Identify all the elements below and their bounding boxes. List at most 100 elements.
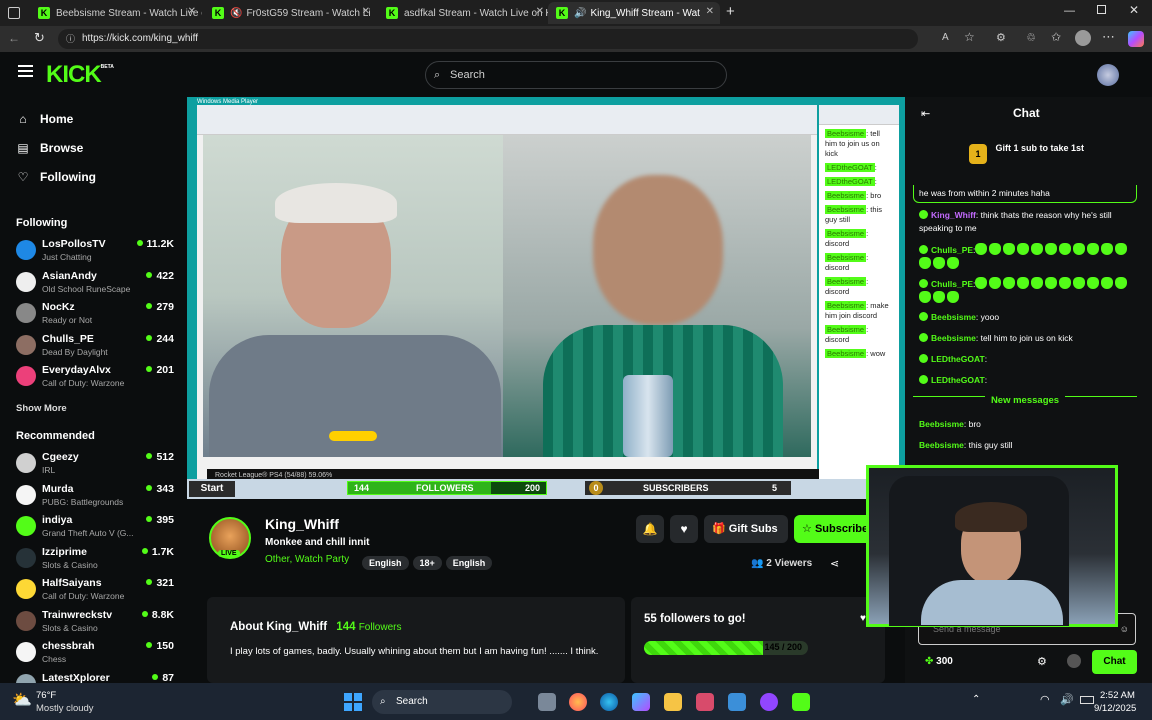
chat-message[interactable]: Beebsisme: tell him to join us on kick — [919, 332, 1141, 345]
copilot-icon[interactable] — [1128, 31, 1144, 47]
channel-row[interactable]: AsianAndy Old School RuneScape 422 — [16, 268, 176, 298]
gift-subs-button[interactable]: 🎁 Gift Subs — [704, 515, 788, 543]
weather-icon[interactable]: ⛅ — [12, 690, 32, 710]
chat-message[interactable]: King_Whiff: think thats the reason why h… — [919, 209, 1141, 235]
share-icon[interactable]: ⋖ — [830, 557, 839, 570]
search-input[interactable]: ⌕ Search — [425, 61, 727, 89]
notification-bell-button[interactable]: 🔔 — [636, 515, 664, 543]
chat-username[interactable]: Chulls_PE — [931, 245, 973, 255]
more-icon[interactable]: ⋯ — [1102, 29, 1115, 45]
edge-icon[interactable] — [600, 693, 618, 711]
firefox-icon[interactable] — [569, 693, 587, 711]
show-more-link[interactable]: Show More — [16, 403, 67, 414]
twitch-icon[interactable] — [760, 693, 778, 711]
channel-row[interactable]: LosPollosTV Just Chatting 11.2K — [16, 236, 176, 266]
chat-message[interactable]: Beebsisme: bro — [919, 418, 1141, 431]
tag-language[interactable]: English — [445, 556, 493, 570]
close-icon[interactable]: ✕ — [188, 6, 196, 17]
read-aloud-icon[interactable]: A — [942, 32, 949, 43]
channel-row[interactable]: indiya Grand Theft Auto V (G... 395 — [16, 512, 176, 542]
close-icon[interactable]: ✕ — [536, 6, 544, 17]
chat-extra-icon[interactable] — [1067, 654, 1081, 668]
volume-icon[interactable]: 🔊 — [1060, 693, 1074, 706]
tab-actions-icon[interactable] — [8, 7, 20, 19]
chat-settings-icon[interactable]: ⚙ — [1037, 655, 1047, 668]
close-icon[interactable]: ✕ — [706, 6, 714, 17]
channel-row[interactable]: Cgeezy IRL 512 — [16, 449, 176, 479]
chat-message[interactable]: Chulls_PE: — [919, 243, 1141, 271]
speaker-icon[interactable]: 🔊 — [574, 8, 586, 19]
chat-username[interactable]: Beebsisme — [919, 419, 964, 429]
tag-language[interactable]: English — [362, 556, 409, 570]
chat-username[interactable]: LEDtheGOAT — [931, 354, 985, 364]
channel-row[interactable]: HalfSaiyans Call of Duty: Warzone 321 — [16, 575, 176, 605]
channel-row[interactable]: LatestXplorer 87 — [16, 670, 176, 683]
new-messages-divider[interactable]: New messages — [913, 395, 1137, 408]
chat-message[interactable]: LEDtheGOAT: — [919, 353, 1141, 366]
favorite-star-icon[interactable]: ☆ — [964, 30, 975, 44]
video-player[interactable]: Windows Media Player Rocket League® PS4 … — [187, 97, 905, 499]
tag-mature[interactable]: 18+ — [412, 556, 442, 570]
back-icon[interactable]: ← — [8, 31, 20, 45]
chat-username[interactable]: Beebsisme — [931, 333, 976, 343]
close-window-icon[interactable]: ✕ — [1129, 3, 1139, 17]
menu-icon[interactable] — [18, 65, 33, 77]
task-view-icon[interactable] — [538, 693, 556, 711]
windows-start-icon[interactable] — [344, 693, 362, 711]
channel-row[interactable]: EverydayAlvx Call of Duty: Warzone 201 — [16, 362, 176, 392]
chat-message[interactable]: he was from within 2 minutes haha — [919, 187, 1141, 200]
weather-desc[interactable]: Mostly cloudy — [36, 703, 94, 714]
url-field[interactable]: ⓘ https://kick.com/king_whiff — [58, 29, 918, 49]
restore-icon[interactable] — [1097, 5, 1106, 14]
weather-temp[interactable]: 76°F — [36, 690, 56, 701]
extensions-icon[interactable]: ⚙ — [996, 31, 1006, 44]
clock-time[interactable]: 2:52 AM — [1100, 690, 1135, 701]
collections-icon[interactable]: ✩ — [1051, 30, 1061, 44]
nav-following[interactable]: ♡ Following — [16, 170, 96, 184]
chat-username[interactable]: Beebsisme — [919, 440, 964, 450]
browser-tab-active[interactable]: K 🔊 King_Whiff Stream - Watch I ✕ — [548, 2, 720, 24]
collapse-chat-icon[interactable]: ⇤ — [921, 107, 930, 120]
points-display[interactable]: ✤ 300 — [925, 656, 953, 667]
snipping-icon[interactable] — [696, 693, 714, 711]
info-icon[interactable]: ⓘ — [66, 29, 75, 49]
clock-date[interactable]: 9/12/2025 — [1094, 703, 1136, 714]
browser-tab[interactable]: K asdfkal Stream - Watch Live on K ✕ — [378, 2, 550, 24]
channel-row[interactable]: chessbrah Chess 150 — [16, 638, 176, 668]
browser-tab[interactable]: K 🔇 Fr0stG59 Stream - Watch Li ✕ — [204, 2, 376, 24]
kick-logo[interactable]: KICKBETA — [46, 61, 114, 89]
browser-tab[interactable]: K Beebsisme Stream - Watch Live o ✕ — [30, 2, 202, 24]
mute-icon[interactable]: 🔇 — [230, 8, 242, 19]
chat-username[interactable]: Chulls_PE — [931, 279, 973, 289]
refresh-icon[interactable]: ↻ — [34, 30, 45, 46]
gift-banner[interactable]: 1 Gift 1 sub to take 1st — [969, 143, 1084, 164]
send-chat-button[interactable]: Chat — [1092, 650, 1137, 674]
new-tab-button[interactable]: + — [726, 3, 735, 20]
photos-icon[interactable] — [728, 693, 746, 711]
follow-button[interactable]: ♥ — [670, 515, 698, 543]
minimize-icon[interactable]: — — [1064, 5, 1075, 17]
chat-username[interactable]: LEDtheGOAT — [931, 375, 985, 385]
chat-message[interactable]: Beebsisme: this guy still — [919, 439, 1141, 452]
channel-row[interactable]: Murda PUBG: Battlegrounds 343 — [16, 481, 176, 511]
chat-message[interactable]: LEDtheGOAT: — [919, 374, 1141, 387]
file-explorer-icon[interactable] — [664, 693, 682, 711]
user-avatar[interactable] — [1097, 64, 1119, 86]
kick-app-icon[interactable] — [792, 693, 810, 711]
chat-message[interactable]: Chulls_PE: — [919, 277, 1141, 305]
chat-username[interactable]: King_Whiff — [931, 210, 976, 220]
chat-username[interactable]: Beebsisme — [931, 312, 976, 322]
copilot-taskbar-icon[interactable] — [632, 693, 650, 711]
nav-browse[interactable]: ▤ Browse — [16, 141, 83, 155]
nav-home[interactable]: ⌂ Home — [16, 112, 73, 126]
emote-icon[interactable]: ☺ — [1120, 614, 1129, 644]
profile-icon[interactable] — [1075, 30, 1091, 46]
channel-row[interactable]: Trainwreckstv Slots & Casino 8.8K — [16, 607, 176, 637]
chat-message[interactable]: Beebsisme: yooo — [919, 311, 1141, 324]
stream-category[interactable]: Other, Watch Party — [265, 554, 349, 565]
battery-icon[interactable] — [1080, 696, 1094, 704]
tray-arrow-icon[interactable]: ⌃ — [972, 694, 980, 705]
taskbar-search[interactable]: ⌕ Search — [372, 690, 512, 714]
wifi-icon[interactable]: ◠ — [1040, 693, 1050, 706]
channel-row[interactable]: Chulls_PE Dead By Daylight 244 — [16, 331, 176, 361]
